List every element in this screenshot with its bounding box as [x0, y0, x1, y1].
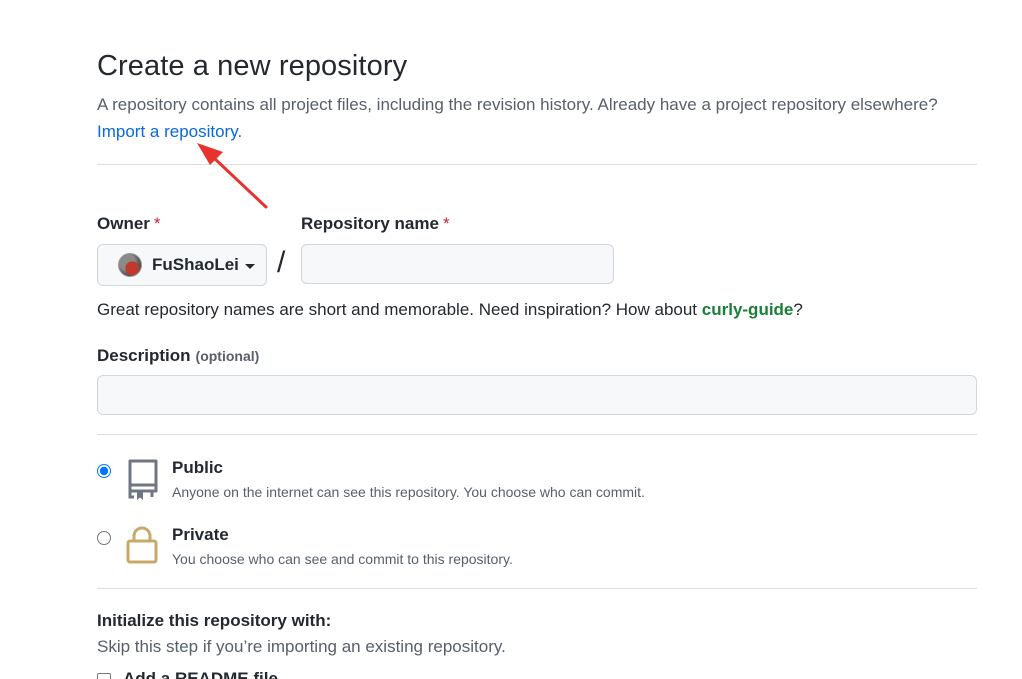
private-description: You choose who can see and commit to thi… [172, 551, 513, 567]
owner-label: Owner * [97, 214, 161, 234]
page-subtitle: A repository contains all project files,… [97, 95, 938, 114]
owner-dropdown[interactable]: FuShaoLei [97, 244, 267, 286]
repository-name-input[interactable] [301, 244, 614, 284]
description-label-text: Description [97, 346, 191, 365]
repo-name-label-text: Repository name [301, 214, 439, 233]
lock-icon [126, 526, 158, 564]
description-input[interactable] [97, 375, 977, 415]
suggested-name-link[interactable]: curly-guide [702, 300, 794, 319]
repo-name-hint: Great repository names are short and mem… [97, 300, 803, 320]
hint-end: ? [793, 300, 803, 319]
import-repository-link[interactable]: Import a repository. [97, 122, 242, 142]
initialize-heading: Initialize this repository with: [97, 611, 332, 630]
divider [97, 164, 977, 165]
page-title: Create a new repository [97, 50, 408, 82]
page: Create a new repository A repository con… [0, 0, 1022, 679]
hint-text: Great repository names are short and mem… [97, 300, 702, 319]
private-title: Private [172, 525, 229, 544]
optional-tag: (optional) [195, 348, 260, 364]
public-radio[interactable] [97, 464, 111, 478]
required-marker: * [153, 214, 161, 233]
repo-icon [128, 459, 158, 500]
add-readme-label: Add a README file [123, 669, 278, 679]
initialize-subtitle: Skip this step if you’re importing an ex… [97, 637, 506, 656]
public-title: Public [172, 458, 224, 477]
repo-name-label: Repository name * [301, 214, 450, 234]
owner-label-text: Owner [97, 214, 150, 233]
required-marker: * [442, 214, 450, 233]
private-radio[interactable] [97, 531, 111, 545]
caret-down-icon [244, 263, 255, 269]
divider [97, 588, 977, 589]
public-description: Anyone on the internet can see this repo… [172, 484, 645, 500]
description-label: Description (optional) [97, 346, 259, 366]
owner-repo-separator: / [277, 246, 286, 279]
owner-name: FuShaoLei [152, 255, 239, 274]
divider [97, 434, 977, 435]
avatar [118, 253, 142, 277]
add-readme-checkbox[interactable] [97, 673, 111, 679]
